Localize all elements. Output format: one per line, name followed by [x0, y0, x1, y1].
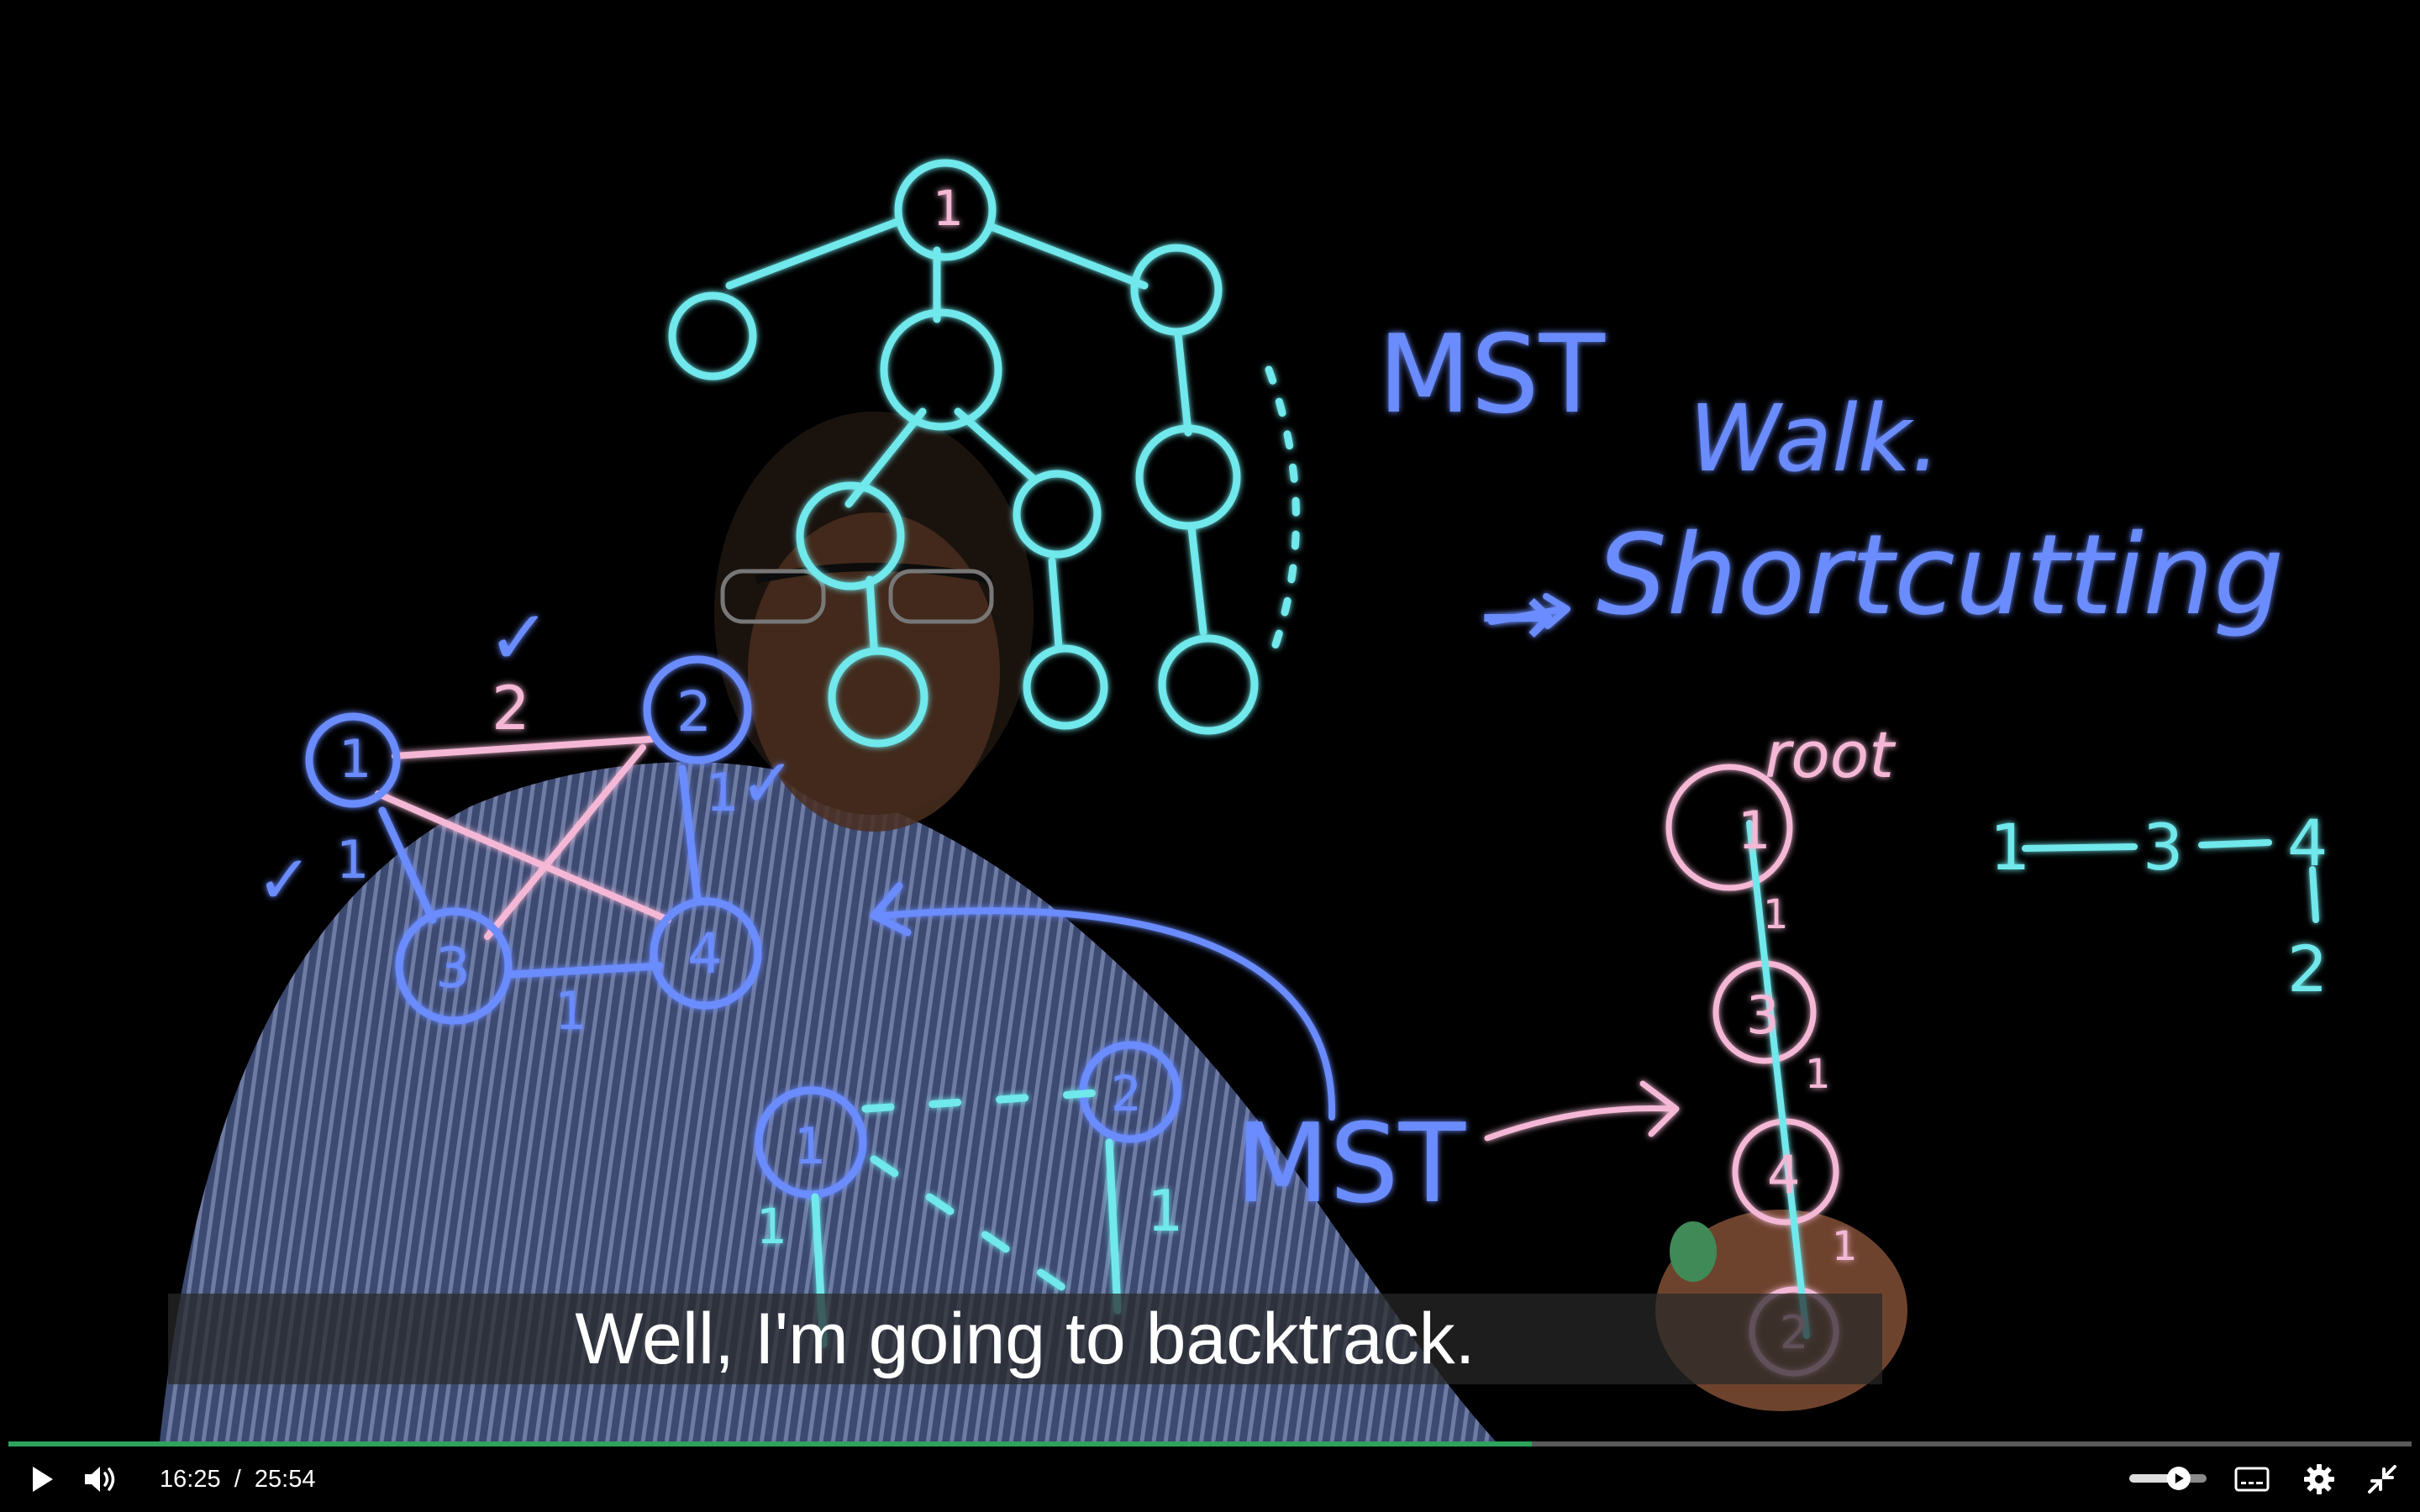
- root-label: root: [1765, 717, 1897, 792]
- chain-weight: 1: [1763, 891, 1789, 938]
- player-controls: 16:25 / 25:54: [0, 1446, 2420, 1512]
- tree-node: [1135, 424, 1241, 530]
- mst-label-bottom: MST: [1235, 1100, 1466, 1227]
- shortcutting-label: Shortcutting: [1597, 511, 2284, 640]
- graph-node-2: 2: [676, 680, 712, 744]
- graph-node-4: 4: [687, 921, 723, 986]
- duration: 25:54: [254, 1465, 316, 1493]
- check-mark: ✓: [739, 744, 796, 822]
- captions-button[interactable]: [2230, 1455, 2274, 1504]
- captions-icon: [2234, 1467, 2270, 1492]
- time-display: 16:25 / 25:54: [160, 1455, 315, 1504]
- edge-weight-13: 1: [336, 829, 369, 890]
- exit-fullscreen-button[interactable]: [2361, 1455, 2403, 1504]
- gear-icon: [2304, 1464, 2334, 1494]
- walk-label: Walk.: [1689, 385, 1940, 492]
- time-separator: [241, 1466, 255, 1494]
- play-icon: [33, 1467, 53, 1492]
- sequence-item: 3: [2143, 810, 2183, 885]
- time-separator: [221, 1466, 234, 1494]
- edge-weight-34: 1: [555, 980, 587, 1042]
- edge-weight-24: 1: [706, 762, 739, 823]
- exit-fullscreen-icon: [2368, 1465, 2396, 1494]
- sequence-item: 1: [1990, 810, 2030, 885]
- sequence-item: 4: [2287, 806, 2328, 880]
- tree-node: [880, 308, 1002, 431]
- check-mark: ✓: [256, 841, 313, 919]
- check-mark: ✓: [487, 594, 550, 682]
- volume-slider[interactable]: [2129, 1467, 2207, 1490]
- edge-weight-12: 2: [492, 673, 530, 743]
- caption-band: Well, I'm going to backtrack.: [168, 1294, 1882, 1384]
- chain-weight: 1: [1805, 1051, 1831, 1098]
- volume-icon: [85, 1467, 115, 1492]
- caption-text: Well, I'm going to backtrack.: [575, 1299, 1476, 1379]
- chain-node-1: 1: [1738, 800, 1770, 861]
- tree-node: [1023, 644, 1108, 730]
- lightboard-drawing: MST Walk. → Shortcutting root MST 1 1 2 …: [160, 159, 2328, 1441]
- tree-node: [668, 291, 757, 381]
- play-button[interactable]: [22, 1455, 64, 1504]
- mst-chain: [1484, 593, 2319, 1377]
- tree-node: [1013, 470, 1102, 559]
- volume-slider-track: [2129, 1467, 2207, 1490]
- video-frame[interactable]: MST Walk. → Shortcutting root MST 1 1 2 …: [0, 0, 2420, 1441]
- bottom-weight: 1: [756, 1198, 787, 1255]
- time-slash: /: [234, 1465, 241, 1493]
- graph-node-3: 3: [435, 936, 471, 1000]
- bottom-weight: 1: [1147, 1179, 1183, 1245]
- settings-button[interactable]: [2297, 1455, 2341, 1504]
- shortcut-arrow: →: [1479, 561, 1556, 669]
- graph-node-1: 1: [339, 728, 371, 790]
- sequence-item: 2: [2287, 932, 2328, 1006]
- bottom-node-1: 1: [794, 1117, 826, 1176]
- tree-node: [1130, 244, 1223, 336]
- mst-title: MST: [1378, 312, 1606, 438]
- tree-root-label: 1: [933, 180, 964, 237]
- volume-button[interactable]: [80, 1455, 122, 1504]
- chain-node-3: 3: [1746, 984, 1779, 1046]
- chain-weight: 1: [1832, 1223, 1858, 1270]
- chain-node-4: 4: [1767, 1144, 1800, 1205]
- current-time: 16:25: [160, 1465, 221, 1493]
- bottom-node-2: 2: [1111, 1065, 1142, 1122]
- tree-node: [1158, 634, 1259, 735]
